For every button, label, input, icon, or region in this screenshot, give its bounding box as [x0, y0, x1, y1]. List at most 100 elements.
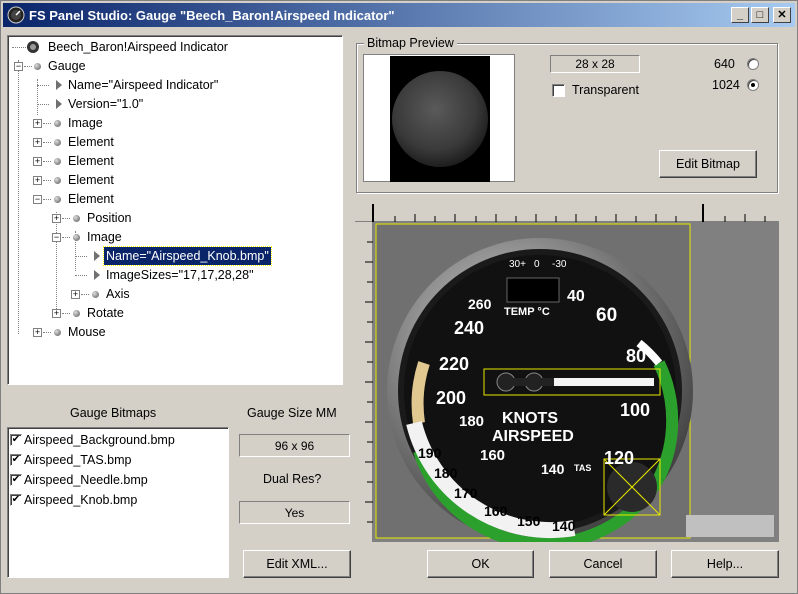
- element-node-icon: [73, 310, 80, 317]
- maximize-icon: □: [756, 8, 764, 21]
- collapse-icon[interactable]: −: [14, 62, 23, 71]
- res-640-label: 640: [714, 57, 735, 71]
- tree-node-label: Axis: [106, 287, 130, 301]
- expand-icon[interactable]: +: [33, 328, 42, 337]
- bitmap-checkbox[interactable]: ✔: [10, 494, 22, 506]
- scale-label-60: 60: [596, 305, 618, 326]
- expand-icon[interactable]: +: [33, 138, 42, 147]
- bitmap-checkbox[interactable]: ✔: [10, 434, 22, 446]
- res-640-radio[interactable]: [747, 58, 759, 70]
- scale-label-200: 200: [436, 388, 467, 408]
- expand-icon[interactable]: +: [33, 157, 42, 166]
- attribute-icon: [94, 270, 100, 280]
- scale-label-180: 180: [459, 413, 485, 430]
- window-title: FS Panel Studio: Gauge "Beech_Baron!Airs…: [29, 7, 395, 23]
- tree-line: [75, 275, 87, 276]
- dual-res-label: Dual Res?: [263, 472, 322, 486]
- tree-node-element[interactable]: + Element: [8, 171, 338, 189]
- bitmap-preview-label: Bitmap Preview: [364, 36, 457, 50]
- bitmap-list-item[interactable]: ✔ Airspeed_Needle.bmp: [10, 470, 226, 490]
- bitmap-checkbox[interactable]: ✔: [10, 454, 22, 466]
- scale-label-260: 260: [468, 296, 492, 312]
- tree-node-image-name-attr[interactable]: Name="Airspeed_Knob.bmp": [8, 246, 338, 266]
- scale-label-220: 220: [439, 354, 470, 374]
- inner-scale-160: 160: [484, 503, 508, 519]
- collapse-icon[interactable]: −: [52, 233, 61, 242]
- tree-node-rotate[interactable]: + Rotate: [8, 304, 338, 322]
- tree-node-root[interactable]: Beech_Baron!Airspeed Indicator: [8, 38, 338, 56]
- temp-scale-minus30: -30: [552, 259, 567, 270]
- close-icon: ✕: [777, 8, 787, 21]
- expand-icon[interactable]: +: [71, 290, 80, 299]
- tree-node-version-attr[interactable]: Version="1.0": [8, 95, 338, 113]
- dual-res-field: Yes: [239, 501, 350, 524]
- selected-node-label: Name="Airspeed_Knob.bmp": [103, 246, 272, 266]
- tree-line: [12, 47, 26, 48]
- edit-xml-button[interactable]: Edit XML...: [243, 550, 351, 578]
- tree-node-position[interactable]: + Position: [8, 209, 338, 227]
- tree-node-element[interactable]: + Element: [8, 133, 338, 151]
- inner-scale-170: 170: [454, 485, 478, 501]
- element-node-icon: [54, 120, 61, 127]
- tree-node-label: Element: [68, 192, 114, 206]
- tree-node-element-expanded[interactable]: − Element: [8, 190, 338, 208]
- inner-scale-190: 190: [418, 445, 442, 461]
- expand-icon[interactable]: +: [52, 309, 61, 318]
- maximize-button[interactable]: □: [751, 7, 769, 23]
- cancel-button[interactable]: Cancel: [549, 550, 657, 578]
- expand-icon[interactable]: +: [33, 119, 42, 128]
- minimize-icon: _: [736, 8, 744, 21]
- gauge-size-label: Gauge Size MM: [247, 406, 337, 420]
- tree-line: [62, 237, 70, 238]
- tree-node-axis[interactable]: + Axis: [8, 285, 338, 303]
- gauge-bitmaps-list[interactable]: ✔ Airspeed_Background.bmp ✔ Airspeed_TAS…: [7, 427, 229, 578]
- bitmap-name: Airspeed_Needle.bmp: [24, 473, 148, 487]
- gauge-design-canvas[interactable]: 40 60 80 100 120 140 160 180 200 220 240…: [355, 204, 779, 542]
- tree-node-gauge[interactable]: − Gauge: [8, 57, 338, 75]
- temp-scale-0: 0: [534, 259, 540, 270]
- tree-line: [43, 332, 51, 333]
- tree-node-image-sizes-attr[interactable]: ImageSizes="17,17,28,28": [8, 266, 338, 284]
- element-node-icon: [54, 177, 61, 184]
- tree-node-element[interactable]: + Element: [8, 152, 338, 170]
- scale-label-240: 240: [454, 318, 485, 338]
- inner-scale-150: 150: [517, 513, 541, 529]
- tree-node-image[interactable]: + Image: [8, 114, 338, 132]
- collapse-icon[interactable]: −: [33, 195, 42, 204]
- attribute-icon: [56, 99, 62, 109]
- help-button[interactable]: Help...: [671, 550, 779, 578]
- tree-node-image-expanded[interactable]: − Image: [8, 228, 338, 246]
- tree-node-mouse[interactable]: + Mouse: [8, 323, 338, 341]
- res-1024-radio[interactable]: [747, 79, 759, 91]
- tree-node-label: Position: [87, 211, 132, 225]
- bitmap-checkbox[interactable]: ✔: [10, 474, 22, 486]
- bitmap-list-item[interactable]: ✔ Airspeed_Knob.bmp: [10, 490, 226, 510]
- xml-tree-view[interactable]: Beech_Baron!Airspeed Indicator − Gauge N…: [7, 35, 343, 385]
- tree-line: [43, 180, 51, 181]
- tree-node-label: Beech_Baron!Airspeed Indicator: [48, 40, 228, 54]
- tree-node-label: Version="1.0": [68, 97, 144, 111]
- tree-node-label: Gauge: [48, 59, 86, 73]
- airspeed-label: AIRSPEED: [492, 428, 574, 445]
- bitmap-list-item[interactable]: ✔ Airspeed_TAS.bmp: [10, 450, 226, 470]
- bitmap-name: Airspeed_TAS.bmp: [24, 453, 132, 467]
- gauge-bitmaps-label: Gauge Bitmaps: [70, 406, 157, 420]
- edit-bitmap-button[interactable]: Edit Bitmap: [659, 150, 757, 178]
- tree-node-label: Element: [68, 173, 114, 187]
- res-1024-label: 1024: [712, 78, 740, 92]
- attribute-icon: [56, 80, 62, 90]
- tree-line: [24, 66, 32, 67]
- close-button[interactable]: ✕: [773, 7, 791, 23]
- inner-scale-140: 140: [552, 518, 576, 534]
- tree-node-name-attr[interactable]: Name="Airspeed Indicator": [8, 76, 338, 94]
- bitmap-list-item[interactable]: ✔ Airspeed_Background.bmp: [10, 430, 226, 450]
- tree-line: [43, 161, 51, 162]
- expand-icon[interactable]: +: [33, 176, 42, 185]
- transparent-checkbox[interactable]: [552, 84, 565, 97]
- tree-node-label: Name="Airspeed Indicator": [68, 78, 219, 92]
- title-bar[interactable]: FS Panel Studio: Gauge "Beech_Baron!Airs…: [3, 3, 795, 27]
- minimize-button[interactable]: _: [731, 7, 749, 23]
- expand-icon[interactable]: +: [52, 214, 61, 223]
- element-node-icon: [54, 196, 61, 203]
- ok-button[interactable]: OK: [427, 550, 534, 578]
